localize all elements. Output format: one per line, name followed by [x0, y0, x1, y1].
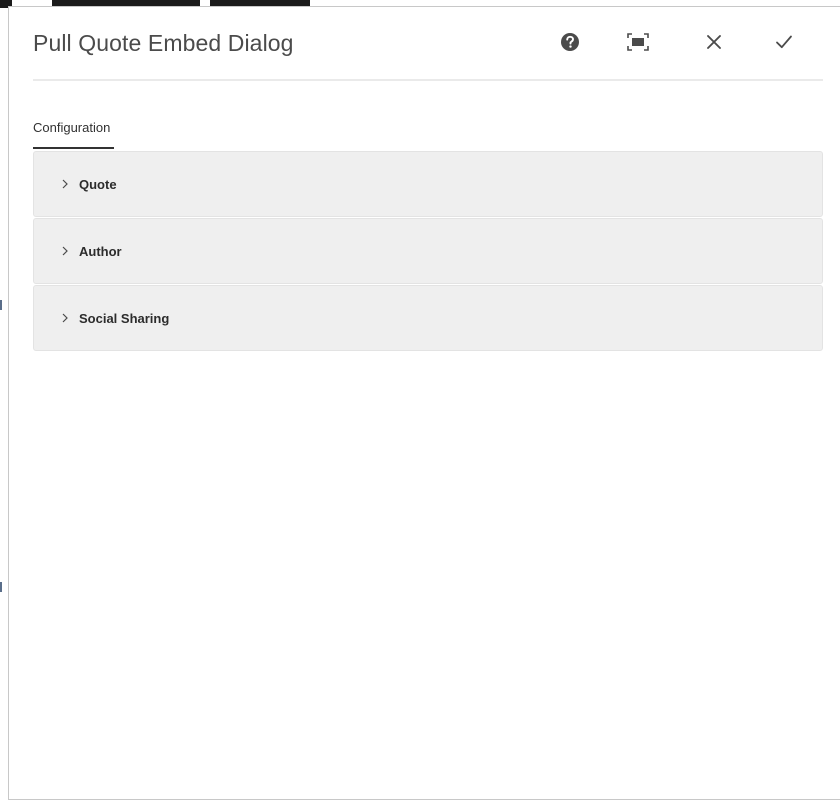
- accordion-item-quote[interactable]: Quote: [33, 151, 823, 217]
- chevron-right-icon: [60, 245, 70, 257]
- background-page-edge: [0, 582, 2, 592]
- tab-list: Configuration: [33, 119, 115, 153]
- close-icon: [706, 34, 722, 55]
- dialog-title: Pull Quote Embed Dialog: [33, 30, 294, 56]
- accordion: Quote Author Social Sharing: [33, 151, 823, 352]
- help-icon: [560, 32, 580, 57]
- fullscreen-button[interactable]: [623, 29, 653, 59]
- background-page-edge: [0, 300, 2, 310]
- accordion-item-label: Social Sharing: [79, 310, 170, 326]
- tab-configuration[interactable]: Configuration: [33, 120, 115, 149]
- checkmark-icon: [775, 34, 793, 55]
- accordion-item-label: Author: [79, 243, 122, 259]
- accordion-item-label: Quote: [79, 176, 117, 192]
- dialog-header: Pull Quote Embed Dialog: [33, 7, 823, 81]
- chevron-right-icon: [60, 312, 70, 324]
- accordion-item-author[interactable]: Author: [33, 218, 823, 284]
- done-button[interactable]: [769, 29, 799, 59]
- pull-quote-dialog: Pull Quote Embed Dialog Configuration Qu…: [8, 6, 840, 800]
- help-button[interactable]: [555, 29, 585, 59]
- close-button[interactable]: [699, 29, 729, 59]
- page: Pull Quote Embed Dialog Configuration Qu…: [0, 0, 840, 801]
- accordion-item-social-sharing[interactable]: Social Sharing: [33, 285, 823, 351]
- chevron-right-icon: [60, 178, 70, 190]
- fullscreen-icon: [627, 32, 649, 56]
